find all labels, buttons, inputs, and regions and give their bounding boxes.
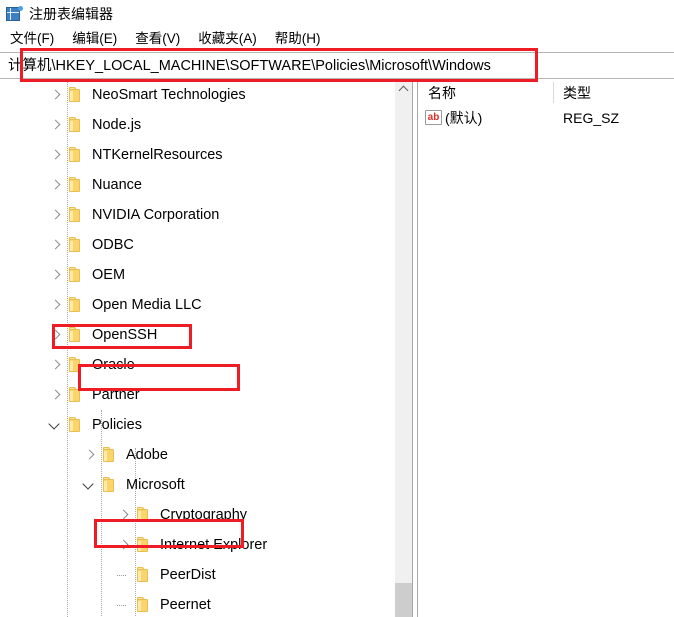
folder-icon xyxy=(67,117,83,133)
menu-item-file[interactable]: 文件(F) xyxy=(10,30,61,48)
folder-icon xyxy=(67,207,83,223)
tree-node[interactable]: Node.js xyxy=(0,110,412,140)
folder-icon xyxy=(101,447,117,463)
value-type-cell: REG_SZ xyxy=(563,109,620,126)
title-bar: 注册表编辑器 xyxy=(0,0,674,28)
tree-node[interactable]: Policies xyxy=(0,410,412,440)
window-title: 注册表编辑器 xyxy=(29,6,113,22)
chevron-right-icon[interactable] xyxy=(45,110,67,140)
tree-node[interactable]: NeoSmart Technologies xyxy=(0,80,412,110)
folder-icon xyxy=(101,477,117,493)
scrollbar-thumb[interactable] xyxy=(395,583,412,617)
chevron-right-icon[interactable] xyxy=(45,200,67,230)
main-content: NeoSmart Technologies Node.js NTKernelReso… xyxy=(0,80,674,617)
value-row[interactable]: ab (默认) REG_SZ xyxy=(418,105,674,130)
tree-node-label: OEM xyxy=(92,267,126,283)
chevron-right-icon[interactable] xyxy=(45,170,67,200)
chevron-down-icon[interactable] xyxy=(45,410,67,440)
folder-icon xyxy=(67,417,83,433)
tree-node[interactable]: OEM xyxy=(0,260,412,290)
scroll-up-arrow-icon[interactable] xyxy=(395,80,412,97)
chevron-right-icon[interactable] xyxy=(45,230,67,260)
tree-leaf-connector-icon xyxy=(113,590,135,617)
menu-item-view[interactable]: 查看(V) xyxy=(135,30,187,48)
tree-node-label: Internet Explorer xyxy=(160,537,268,553)
menu-bar: 文件(F) 编辑(E) 查看(V) 收藏夹(A) 帮助(H) xyxy=(0,28,674,50)
tree-node[interactable]: PeerDist xyxy=(0,560,412,590)
chevron-right-icon[interactable] xyxy=(113,530,135,560)
address-path: 计算机\HKEY_LOCAL_MACHINE\SOFTWARE\Policies… xyxy=(8,57,491,74)
folder-icon xyxy=(67,87,83,103)
value-list-rows: ab (默认) REG_SZ xyxy=(418,105,674,130)
tree-node-label: NTKernelResources xyxy=(92,147,223,163)
chevron-down-icon[interactable] xyxy=(79,470,101,500)
tree-node-label: Partner xyxy=(92,387,140,403)
folder-icon xyxy=(67,297,83,313)
chevron-right-icon[interactable] xyxy=(45,290,67,320)
folder-icon xyxy=(67,357,83,373)
folder-icon xyxy=(67,147,83,163)
tree-node[interactable]: NTKernelResources xyxy=(0,140,412,170)
string-value-icon: ab xyxy=(425,110,442,125)
value-list-pane: 名称 类型 ab (默认) REG_SZ xyxy=(418,80,674,617)
tree-node[interactable]: NVIDIA Corporation xyxy=(0,200,412,230)
tree-node-label: Peernet xyxy=(160,597,211,613)
folder-icon xyxy=(67,267,83,283)
tree-node[interactable]: Peernet xyxy=(0,590,412,617)
chevron-right-icon[interactable] xyxy=(45,380,67,410)
tree-node-label: Adobe xyxy=(126,447,168,463)
tree-node-label: Cryptography xyxy=(160,507,248,523)
value-list-header: 名称 类型 xyxy=(418,80,674,105)
chevron-right-icon[interactable] xyxy=(45,320,67,350)
column-header-name[interactable]: 名称 xyxy=(418,80,553,105)
tree-node[interactable]: Cryptography xyxy=(0,500,412,530)
chevron-right-icon[interactable] xyxy=(45,80,67,110)
menu-item-favorites[interactable]: 收藏夹(A) xyxy=(198,30,264,48)
tree-node-label: ODBC xyxy=(92,237,134,253)
chevron-right-icon[interactable] xyxy=(45,140,67,170)
tree-node[interactable]: Adobe xyxy=(0,440,412,470)
menu-item-help[interactable]: 帮助(H) xyxy=(275,30,328,48)
tree-node-label: OpenSSH xyxy=(92,327,158,343)
tree-node-label: Policies xyxy=(92,417,142,433)
chevron-right-icon[interactable] xyxy=(79,440,101,470)
folder-icon xyxy=(135,567,151,583)
tree-leaf-connector-icon xyxy=(113,560,135,590)
tree-node[interactable]: Partner xyxy=(0,380,412,410)
column-header-type[interactable]: 类型 xyxy=(553,80,663,105)
tree-node[interactable]: Oracle xyxy=(0,350,412,380)
tree-node[interactable]: Microsoft xyxy=(0,470,412,500)
tree-node-label: Oracle xyxy=(92,357,135,373)
folder-icon xyxy=(135,537,151,553)
value-name-text: (默认) xyxy=(445,109,483,126)
chevron-right-icon[interactable] xyxy=(113,500,135,530)
folder-icon xyxy=(135,597,151,613)
tree-node[interactable]: Open Media LLC xyxy=(0,290,412,320)
tree-node-label: Node.js xyxy=(92,117,142,133)
tree-node[interactable]: OpenSSH xyxy=(0,320,412,350)
chevron-right-icon[interactable] xyxy=(45,350,67,380)
tree-node-label: PeerDist xyxy=(160,567,216,583)
tree-node-label: NVIDIA Corporation xyxy=(92,207,220,223)
tree-node-label: Microsoft xyxy=(126,477,185,493)
tree-node[interactable]: Internet Explorer xyxy=(0,530,412,560)
tree-scrollbar[interactable] xyxy=(394,80,412,617)
tree-node-label: Nuance xyxy=(92,177,142,193)
folder-icon xyxy=(135,507,151,523)
folder-icon xyxy=(67,177,83,193)
registry-tree[interactable]: NeoSmart Technologies Node.js NTKernelReso… xyxy=(0,80,412,617)
value-name-cell: ab (默认) xyxy=(418,105,553,130)
chevron-right-icon[interactable] xyxy=(45,260,67,290)
folder-icon xyxy=(67,387,83,403)
tree-node-label: Open Media LLC xyxy=(92,297,202,313)
folder-icon xyxy=(67,327,83,343)
registry-tree-pane: NeoSmart Technologies Node.js NTKernelReso… xyxy=(0,80,412,617)
registry-editor-icon xyxy=(6,6,23,22)
tree-node[interactable]: Nuance xyxy=(0,170,412,200)
tree-node[interactable]: ODBC xyxy=(0,230,412,260)
menu-item-edit[interactable]: 编辑(E) xyxy=(72,30,124,48)
address-bar[interactable]: 计算机\HKEY_LOCAL_MACHINE\SOFTWARE\Policies… xyxy=(0,52,674,79)
folder-icon xyxy=(67,237,83,253)
tree-node-label: NeoSmart Technologies xyxy=(92,87,246,103)
